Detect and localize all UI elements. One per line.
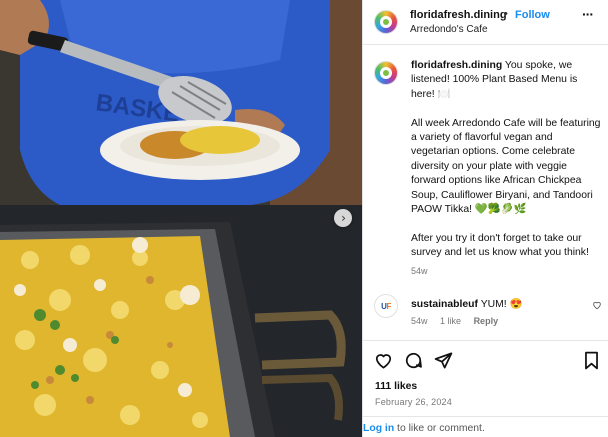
reply-button[interactable]: Reply xyxy=(474,316,499,326)
bookmark-icon[interactable] xyxy=(583,351,600,370)
comment-timestamp[interactable]: 54w xyxy=(411,316,428,326)
caption-timestamp[interactable]: 54w xyxy=(411,266,428,276)
next-image-button[interactable]: › xyxy=(334,209,352,227)
action-bar xyxy=(363,340,608,378)
caption-avatar[interactable] xyxy=(374,61,398,85)
caption-text-3: After you try it don't forget to take ou… xyxy=(411,232,589,259)
like-count[interactable]: 111 likes xyxy=(375,381,417,392)
follow-button[interactable]: Follow xyxy=(515,9,550,21)
caption-text-2: All week Arredondo Cafe will be featurin… xyxy=(411,117,601,216)
comment-avatar[interactable]: UF xyxy=(374,294,398,318)
send-icon[interactable] xyxy=(434,351,453,370)
account-name[interactable]: floridafresh.dining xyxy=(410,9,507,21)
comment-likes[interactable]: 1 like xyxy=(440,316,461,326)
login-prompt-text: to like or comment. xyxy=(394,423,485,434)
login-prompt: Log in to like or comment. xyxy=(363,423,485,434)
comment-heart-icon[interactable] xyxy=(592,300,602,310)
post-details-panel: floridafresh.dining • Follow Arredondo's… xyxy=(362,0,608,437)
comment: sustainableuf YUM! 😍 xyxy=(411,297,523,310)
comment-icon[interactable] xyxy=(404,351,423,370)
account-avatar[interactable] xyxy=(374,10,398,34)
separator-dot: • xyxy=(504,8,508,20)
login-link[interactable]: Log in xyxy=(363,423,394,434)
comment-text: YUM! 😍 xyxy=(480,299,523,310)
post-caption: floridafresh.dining You spoke, we listen… xyxy=(411,59,603,275)
more-icon[interactable]: ··· xyxy=(582,6,594,22)
post-location[interactable]: Arredondo's Cafe xyxy=(410,24,488,35)
heart-icon[interactable] xyxy=(374,351,393,370)
comment-meta: 54w 1 like Reply xyxy=(411,316,508,326)
uf-logo: UF xyxy=(381,301,391,311)
caption-username[interactable]: floridafresh.dining xyxy=(411,60,502,71)
chevron-right-icon: › xyxy=(341,211,346,225)
post-header: floridafresh.dining • Follow Arredondo's… xyxy=(363,0,608,45)
comment-username[interactable]: sustainableuf xyxy=(411,299,478,310)
post-date[interactable]: February 26, 2024 xyxy=(375,397,452,407)
food-photo: BASKE xyxy=(0,0,362,437)
login-footer: Log in to like or comment. xyxy=(363,416,608,437)
post-image[interactable]: BASKE › xyxy=(0,0,362,437)
